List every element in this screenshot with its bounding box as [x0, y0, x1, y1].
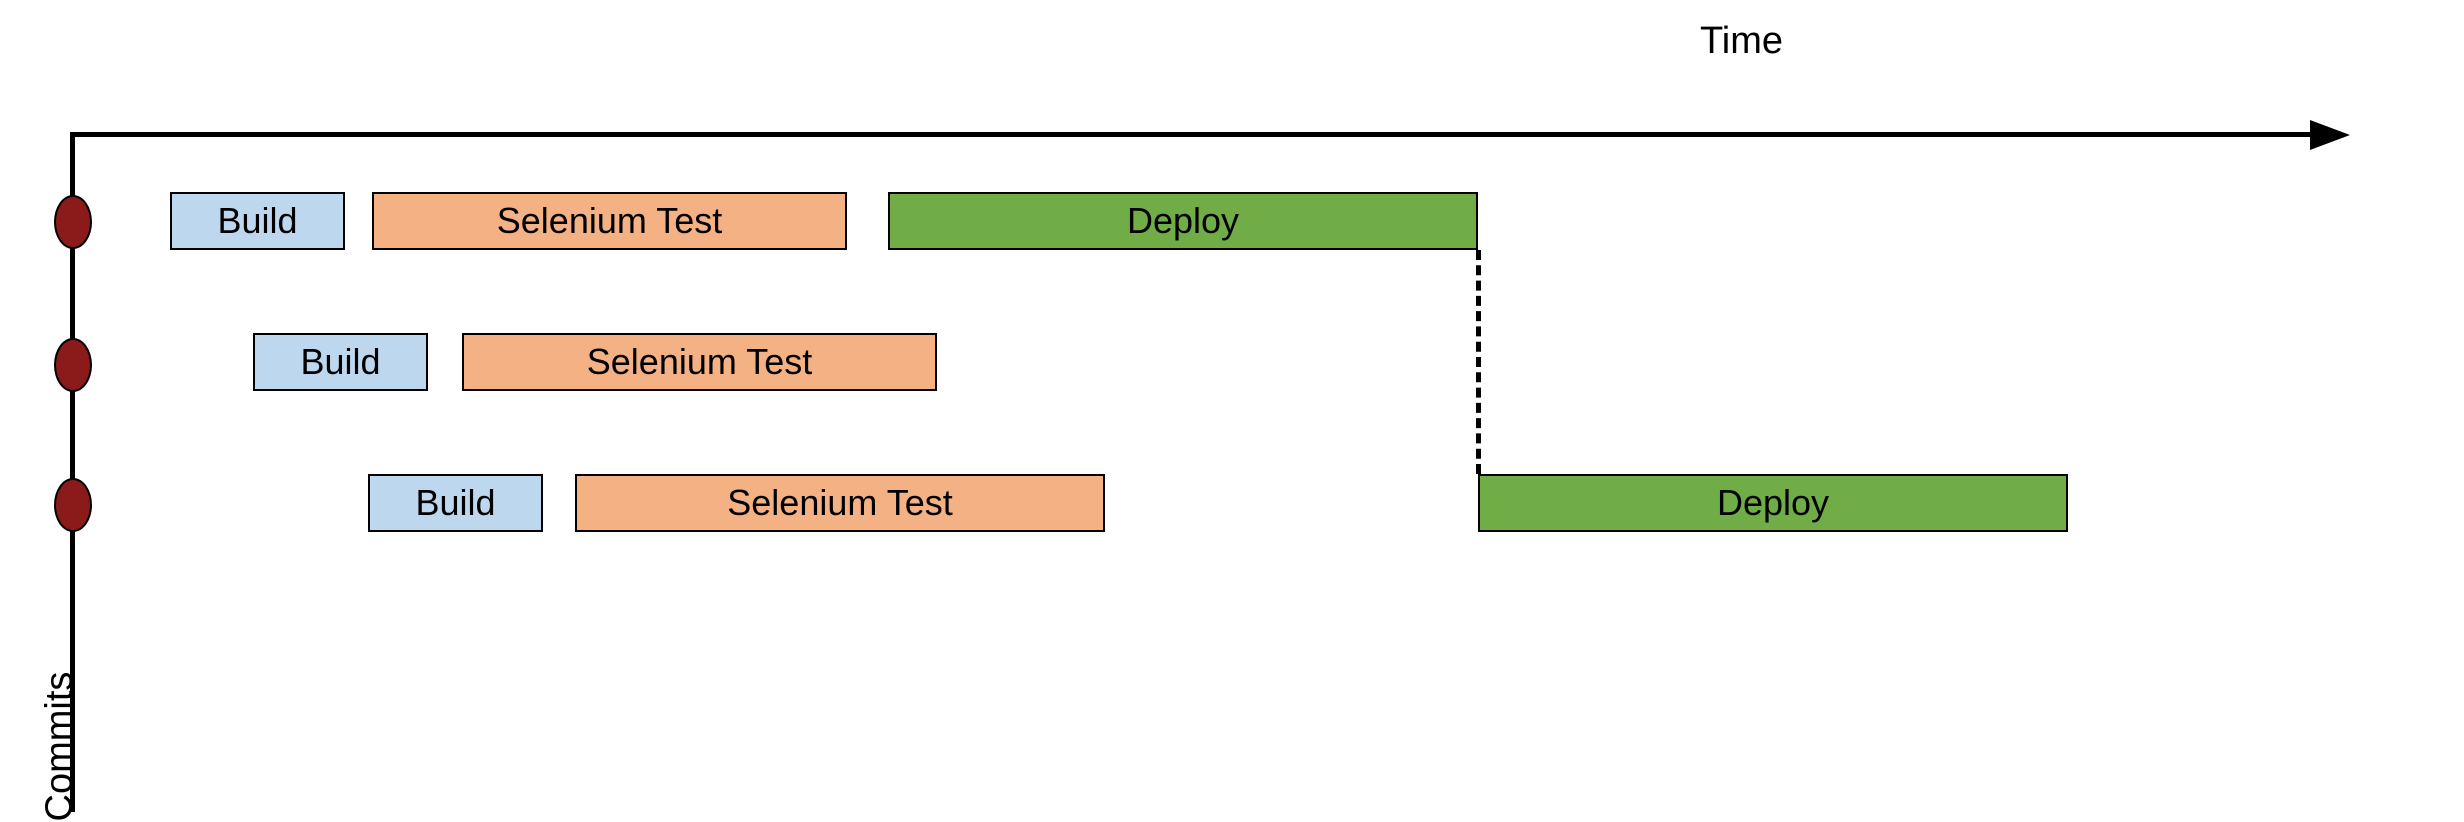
test-stage-label: Selenium Test: [497, 200, 722, 242]
build-stage-box: Build: [170, 192, 345, 250]
commit-dot: [54, 478, 92, 532]
build-stage-box: Build: [368, 474, 543, 532]
time-axis-arrow-icon: [2310, 120, 2350, 150]
time-axis-line: [70, 132, 2310, 137]
deploy-stage-label: Deploy: [1717, 482, 1829, 524]
build-stage-label: Build: [300, 341, 380, 383]
build-stage-label: Build: [415, 482, 495, 524]
test-stage-box: Selenium Test: [372, 192, 847, 250]
test-stage-label: Selenium Test: [587, 341, 812, 383]
test-stage-label: Selenium Test: [727, 482, 952, 524]
commits-axis-label: Commits: [39, 672, 82, 822]
dependency-dashed-line: [1476, 250, 1481, 474]
deploy-stage-label: Deploy: [1127, 200, 1239, 242]
test-stage-box: Selenium Test: [462, 333, 937, 391]
test-stage-box: Selenium Test: [575, 474, 1105, 532]
deploy-stage-box: Deploy: [888, 192, 1478, 250]
commit-dot: [54, 195, 92, 249]
build-stage-box: Build: [253, 333, 428, 391]
deploy-stage-box: Deploy: [1478, 474, 2068, 532]
build-stage-label: Build: [217, 200, 297, 242]
commit-dot: [54, 338, 92, 392]
time-axis-label: Time: [1700, 20, 1783, 63]
